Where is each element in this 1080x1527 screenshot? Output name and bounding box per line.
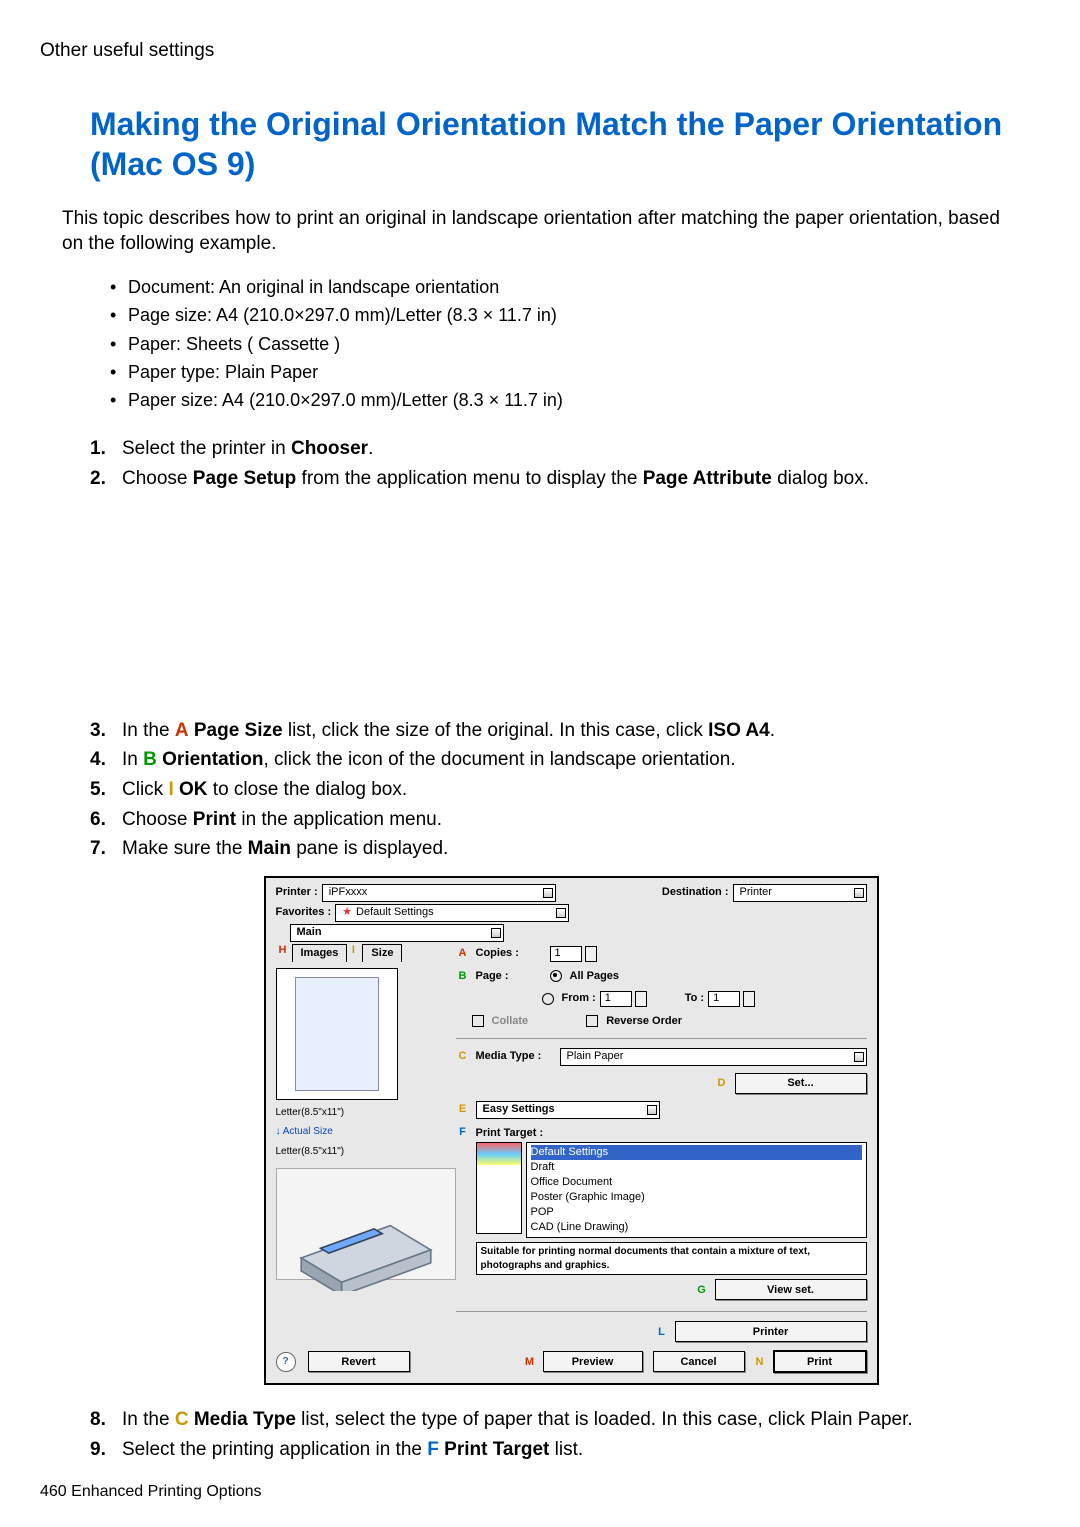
- step-7: Make sure the Main pane is displayed. Pr…: [90, 834, 1020, 1405]
- callout-c-marker: C: [456, 1050, 470, 1064]
- collate-check[interactable]: [472, 1015, 484, 1027]
- step-5: Click I OK to close the dialog box.: [90, 775, 1020, 805]
- revert-button[interactable]: Revert: [308, 1351, 410, 1372]
- media-type-label: Media Type :: [476, 1049, 556, 1064]
- list-item: Paper: Sheets ( Cassette ): [110, 330, 1020, 358]
- callout-n-marker: N: [753, 1355, 767, 1369]
- page-label: Page :: [476, 969, 546, 984]
- callout-f-marker: F: [456, 1126, 470, 1140]
- from-radio[interactable]: [542, 993, 554, 1005]
- reverse-order-label: Reverse Order: [606, 1014, 682, 1029]
- from-field[interactable]: 1: [600, 991, 632, 1007]
- printer-select[interactable]: iPFxxxx: [322, 884, 556, 902]
- list-item: Document: An original in landscape orien…: [110, 273, 1020, 301]
- to-field[interactable]: 1: [708, 991, 740, 1007]
- easy-settings-select[interactable]: Easy Settings: [476, 1101, 660, 1119]
- cancel-button[interactable]: Cancel: [653, 1351, 745, 1372]
- tab-size[interactable]: Size: [362, 944, 402, 962]
- list-item: Paper size: A4 (210.0×297.0 mm)/Letter (…: [110, 386, 1020, 414]
- collate-label: Collate: [492, 1014, 529, 1029]
- preview-pane: [276, 968, 398, 1100]
- step-2: Choose Page Setup from the application m…: [90, 464, 1020, 716]
- main-print-dialog: Printer : iPFxxxx Destination : Printer …: [264, 876, 879, 1386]
- view-set-button[interactable]: View set.: [715, 1279, 867, 1300]
- callout-l-marker: L: [655, 1325, 669, 1339]
- printer-button[interactable]: Printer: [675, 1321, 867, 1342]
- page-header: Other useful settings: [40, 38, 1020, 64]
- media-type-select[interactable]: Plain Paper: [560, 1048, 867, 1066]
- callout-i: I: [168, 779, 173, 800]
- printer-illustration: [276, 1168, 456, 1280]
- callout-c: C: [175, 1409, 189, 1430]
- print-target-item[interactable]: Default Settings: [531, 1145, 862, 1160]
- pane-select[interactable]: Main: [290, 924, 504, 942]
- list-item: Paper type: Plain Paper: [110, 358, 1020, 386]
- tab-images[interactable]: Images: [292, 944, 348, 962]
- from-label: From :: [562, 991, 596, 1006]
- page-title: Making the Original Orientation Match th…: [90, 104, 1020, 184]
- callout-b: B: [143, 749, 157, 770]
- preview-tabs[interactable]: Images I Size: [292, 944, 402, 962]
- to-stepper[interactable]: [743, 991, 755, 1007]
- print-target-item[interactable]: CAD (Line Drawing): [531, 1220, 862, 1235]
- set-button[interactable]: Set...: [735, 1073, 867, 1094]
- favorites-select[interactable]: ★ Default Settings: [335, 904, 569, 922]
- print-target-item[interactable]: Office Document: [531, 1175, 862, 1190]
- all-pages-text: All Pages: [570, 969, 620, 984]
- copies-label: Copies :: [476, 946, 546, 961]
- copies-stepper[interactable]: [585, 946, 597, 962]
- favorites-label: Favorites :: [276, 905, 332, 920]
- print-button[interactable]: Print: [773, 1350, 867, 1373]
- step-1: Select the printer in Chooser.: [90, 434, 1020, 464]
- page-size-1: Letter(8.5"x11"): [276, 1106, 456, 1120]
- callout-a-marker: A: [456, 947, 470, 961]
- reverse-order-check[interactable]: [586, 1015, 598, 1027]
- page-footer: 460 Enhanced Printing Options: [40, 1481, 261, 1503]
- print-target-list[interactable]: Default Settings Draft Office Document P…: [526, 1142, 867, 1238]
- example-details: Document: An original in landscape orien…: [110, 273, 1020, 414]
- printer-label: Printer :: [276, 885, 318, 900]
- help-icon[interactable]: ?: [276, 1352, 296, 1372]
- callout-f: F: [427, 1439, 439, 1460]
- intro-text: This topic describes how to print an ori…: [62, 206, 1020, 257]
- callout-g-marker: G: [695, 1283, 709, 1297]
- print-target-thumb: [476, 1142, 522, 1234]
- from-stepper[interactable]: [635, 991, 647, 1007]
- list-item: Page size: A4 (210.0×297.0 mm)/Letter (8…: [110, 301, 1020, 329]
- all-pages-radio[interactable]: [550, 970, 562, 982]
- callout-b-marker: B: [456, 969, 470, 983]
- print-target-item[interactable]: Draft: [531, 1160, 862, 1175]
- callout-d-marker: D: [715, 1076, 729, 1090]
- callout-h-marker: H: [276, 944, 290, 958]
- destination-label: Destination :: [662, 885, 729, 900]
- callout-i-marker: I: [346, 944, 360, 958]
- page-size-2: Letter(8.5"x11"): [276, 1145, 456, 1159]
- callout-e-marker: E: [456, 1103, 470, 1117]
- page-attribute-figure: [122, 506, 1020, 696]
- copies-field[interactable]: 1: [550, 946, 582, 962]
- print-target-item[interactable]: POP: [531, 1205, 862, 1220]
- print-target-item[interactable]: Poster (Graphic Image): [531, 1190, 862, 1205]
- preview-button[interactable]: Preview: [543, 1351, 643, 1372]
- callout-m-marker: M: [523, 1355, 537, 1369]
- destination-select[interactable]: Printer: [733, 884, 867, 902]
- step-8: In the C Media Type list, select the typ…: [90, 1405, 1020, 1435]
- print-target-label: Print Target :: [476, 1126, 867, 1141]
- step-6: Choose Print in the application menu.: [90, 805, 1020, 835]
- step-3: In the A Page Size list, click the size …: [90, 716, 1020, 746]
- step-9: Select the printing application in the F…: [90, 1435, 1020, 1465]
- callout-a: A: [175, 720, 189, 741]
- print-target-description: Suitable for printing normal documents t…: [476, 1242, 867, 1275]
- step-4: In B Orientation, click the icon of the …: [90, 745, 1020, 775]
- actual-size: ↓ Actual Size: [276, 1125, 456, 1139]
- to-label: To :: [685, 991, 704, 1006]
